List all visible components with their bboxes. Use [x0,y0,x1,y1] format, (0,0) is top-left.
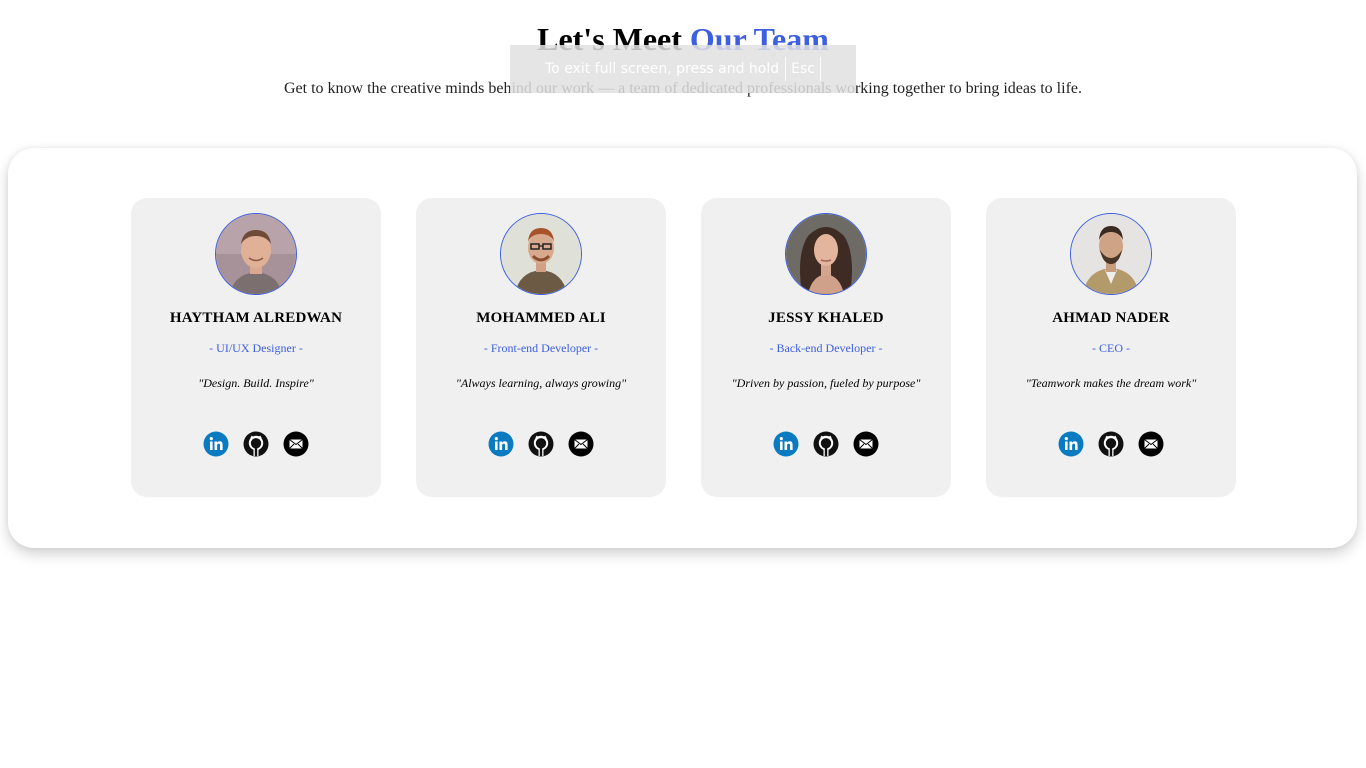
email-icon[interactable] [1138,431,1164,457]
member-role: - CEO - [1092,341,1130,355]
member-name: AHMAD NADER [1052,310,1170,326]
github-icon[interactable] [813,431,839,457]
social-links [701,431,951,457]
member-quote: "Always learning, always growing" [455,376,627,390]
member-role: - UI/UX Designer - [209,341,303,355]
github-icon[interactable] [528,431,554,457]
social-links [416,431,666,457]
email-icon[interactable] [853,431,879,457]
social-links [986,431,1236,457]
avatar [785,213,867,295]
email-icon[interactable] [568,431,594,457]
team-card: MOHAMMED ALI - Front-end Developer - "Al… [416,198,666,497]
fullscreen-notice-text: To exit full screen, press and hold [545,61,780,77]
github-icon[interactable] [1098,431,1124,457]
team-card: AHMAD NADER - CEO - "Teamwork makes the … [986,198,1236,497]
fullscreen-notice-key: Esc [785,57,821,81]
fullscreen-exit-notice: To exit full screen, press and hold Esc [510,45,856,93]
github-icon[interactable] [243,431,269,457]
member-name: HAYTHAM ALREDWAN [169,310,343,326]
member-name: JESSY KHALED [768,310,884,326]
linkedin-icon[interactable] [773,431,799,457]
social-links [131,431,381,457]
avatar [215,213,297,295]
email-icon[interactable] [283,431,309,457]
member-role: - Back-end Developer - [769,341,883,355]
avatar [500,213,582,295]
team-panel: HAYTHAM ALREDWAN - UI/UX Designer - "Des… [8,148,1357,548]
linkedin-icon[interactable] [203,431,229,457]
linkedin-icon[interactable] [488,431,514,457]
avatar [1070,213,1152,295]
member-role: - Front-end Developer - [483,341,599,355]
member-name: MOHAMMED ALI [476,310,606,326]
team-card: HAYTHAM ALREDWAN - UI/UX Designer - "Des… [131,198,381,497]
member-quote: "Driven by passion, fueled by purpose" [731,376,921,390]
team-card: JESSY KHALED - Back-end Developer - "Dri… [701,198,951,497]
member-quote: "Teamwork makes the dream work" [1025,376,1197,390]
linkedin-icon[interactable] [1058,431,1084,457]
member-quote: "Design. Build. Inspire" [198,376,314,390]
